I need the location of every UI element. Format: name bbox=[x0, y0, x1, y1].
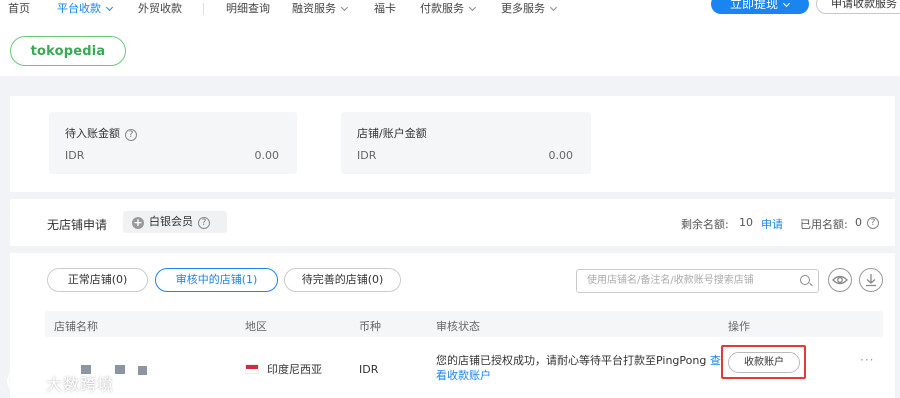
collection-account-button[interactable]: 收款账户 bbox=[728, 352, 800, 373]
nav-divider bbox=[203, 3, 204, 15]
tab-reviewing-stores[interactable]: 审核中的店铺(1) bbox=[155, 268, 278, 292]
redaction-block bbox=[138, 366, 147, 375]
chevron-down-icon bbox=[105, 3, 114, 12]
nav-more-services-label: 更多服务 bbox=[501, 2, 545, 15]
help-icon[interactable]: ? bbox=[125, 129, 137, 141]
help-icon[interactable]: ? bbox=[198, 217, 210, 229]
nav-trade-collection-label: 外贸收款 bbox=[138, 2, 182, 15]
apply-service-button-label: 申请收款服务 bbox=[831, 0, 897, 10]
watermark: 大数跨境 bbox=[4, 368, 134, 394]
currency-cell: IDR bbox=[359, 363, 379, 376]
platform-logo-tab[interactable]: tokopedia bbox=[10, 36, 126, 66]
withdraw-button-label: 立即提现 bbox=[730, 0, 779, 11]
store-balance-card: 店铺/账户金额 IDR 0.00 bbox=[341, 112, 591, 174]
table-row: 印度尼西亚 IDR 您的店铺已授权成功，请耐心等待平台打款至PingPong 查… bbox=[45, 345, 883, 385]
chevron-down-icon bbox=[468, 3, 477, 12]
more-options-icon[interactable]: ··· bbox=[860, 353, 874, 367]
table-header: 店铺名称 地区 币种 审核状态 操作 bbox=[45, 311, 883, 337]
region-cell: 印度尼西亚 bbox=[245, 361, 322, 377]
download-icon bbox=[866, 274, 876, 287]
nav-platform-collection[interactable]: 平台收款 bbox=[57, 2, 114, 16]
balance-panel: 待入账金额? IDR 0.00 店铺/账户金额 IDR 0.00 bbox=[10, 96, 895, 192]
chevron-down-icon bbox=[782, 0, 791, 8]
watermark-logo-icon bbox=[6, 370, 33, 392]
th-store-name: 店铺名称 bbox=[54, 320, 98, 333]
chevron-down-icon bbox=[340, 3, 349, 12]
toggle-visibility-button[interactable] bbox=[828, 268, 852, 292]
eye-icon bbox=[832, 275, 848, 285]
nav-payment[interactable]: 付款服务 bbox=[420, 2, 477, 16]
view-account-link[interactable]: 看收款账户 bbox=[436, 369, 491, 382]
remaining-quota-value: 10 bbox=[739, 216, 753, 229]
withdraw-button[interactable]: 立即提现 bbox=[711, 0, 809, 14]
used-quota-help[interactable]: ? bbox=[867, 215, 879, 229]
nav-financing[interactable]: 融资服务 bbox=[292, 2, 349, 16]
membership-panel: 无店铺申请 + 白银会员? 剩余名额: 10 申请 已用名额: 0 ? bbox=[10, 199, 895, 246]
store-list-panel: 正常店铺(0) 审核中的店铺(1) 待完善的店铺(0) 使用店铺名/备注名/收款… bbox=[10, 253, 895, 398]
nav-fuka-label: 福卡 bbox=[374, 2, 396, 15]
pending-balance-title: 待入账金额? bbox=[65, 125, 137, 141]
member-level-badge[interactable]: + 白银会员? bbox=[123, 211, 227, 233]
nav-trade-collection[interactable]: 外贸收款 bbox=[138, 2, 182, 16]
th-region: 地区 bbox=[245, 320, 267, 333]
th-currency: 币种 bbox=[359, 320, 381, 333]
tab-normal-stores[interactable]: 正常店铺(0) bbox=[47, 268, 148, 292]
chevron-down-icon bbox=[549, 3, 558, 12]
tokopedia-logo: tokopedia bbox=[30, 44, 106, 59]
th-actions: 操作 bbox=[728, 320, 750, 333]
nav-fuka[interactable]: 福卡 bbox=[374, 2, 396, 16]
no-store-apply-label: 无店铺申请 bbox=[47, 218, 108, 232]
nav-home-label: 首页 bbox=[8, 2, 30, 15]
remaining-quota-label: 剩余名额: bbox=[681, 218, 729, 231]
tab-incomplete-stores[interactable]: 待完善的店铺(0) bbox=[284, 268, 401, 292]
pending-balance-label: 待入账金额 bbox=[65, 127, 120, 140]
nav-platform-collection-label: 平台收款 bbox=[57, 2, 101, 15]
store-search-input[interactable]: 使用店铺名/备注名/收款账号搜索店铺 bbox=[576, 269, 819, 293]
nav-home[interactable]: 首页 bbox=[8, 2, 30, 16]
pending-balance-amount: 0.00 bbox=[254, 149, 280, 162]
nav-more-services[interactable]: 更多服务 bbox=[501, 2, 558, 16]
help-icon[interactable]: ? bbox=[867, 217, 879, 229]
review-status-text: 您的店铺已授权成功，请耐心等待平台打款至PingPong bbox=[436, 354, 707, 367]
review-status-cell: 您的店铺已授权成功，请耐心等待平台打款至PingPong 查 看收款账户 bbox=[436, 353, 721, 383]
watermark-text: 大数跨境 bbox=[46, 375, 115, 394]
member-level-label: 白银会员 bbox=[149, 215, 193, 228]
search-icon[interactable] bbox=[800, 275, 810, 285]
indonesia-flag-icon bbox=[245, 364, 259, 374]
region-label: 印度尼西亚 bbox=[267, 363, 322, 376]
th-review-status: 审核状态 bbox=[436, 320, 480, 333]
top-nav: 首页 平台收款 外贸收款 明细查询 融资服务 福卡 付款服务 更多服务 立即提现… bbox=[0, 0, 900, 20]
pending-balance-currency: IDR bbox=[65, 149, 85, 162]
pending-balance-card: 待入账金额? IDR 0.00 bbox=[49, 112, 297, 174]
search-placeholder: 使用店铺名/备注名/收款账号搜索店铺 bbox=[587, 275, 754, 286]
platform-bar: tokopedia bbox=[0, 20, 900, 76]
used-quota-value: 0 bbox=[855, 216, 862, 229]
nav-detail-query[interactable]: 明细查询 bbox=[226, 2, 270, 16]
apply-quota-link[interactable]: 申请 bbox=[761, 216, 783, 232]
nav-detail-query-label: 明细查询 bbox=[226, 2, 270, 15]
store-balance-title: 店铺/账户金额 bbox=[357, 127, 427, 140]
nav-payment-label: 付款服务 bbox=[420, 2, 464, 15]
nav-financing-label: 融资服务 bbox=[292, 2, 336, 15]
used-quota-label: 已用名额: bbox=[800, 218, 848, 231]
download-button[interactable] bbox=[859, 268, 883, 292]
store-balance-currency: IDR bbox=[357, 149, 377, 162]
plus-circle-icon: + bbox=[132, 216, 144, 229]
store-balance-amount: 0.00 bbox=[548, 149, 574, 162]
apply-service-button[interactable]: 申请收款服务 bbox=[816, 0, 900, 14]
view-account-link-start[interactable]: 查 bbox=[710, 354, 721, 367]
